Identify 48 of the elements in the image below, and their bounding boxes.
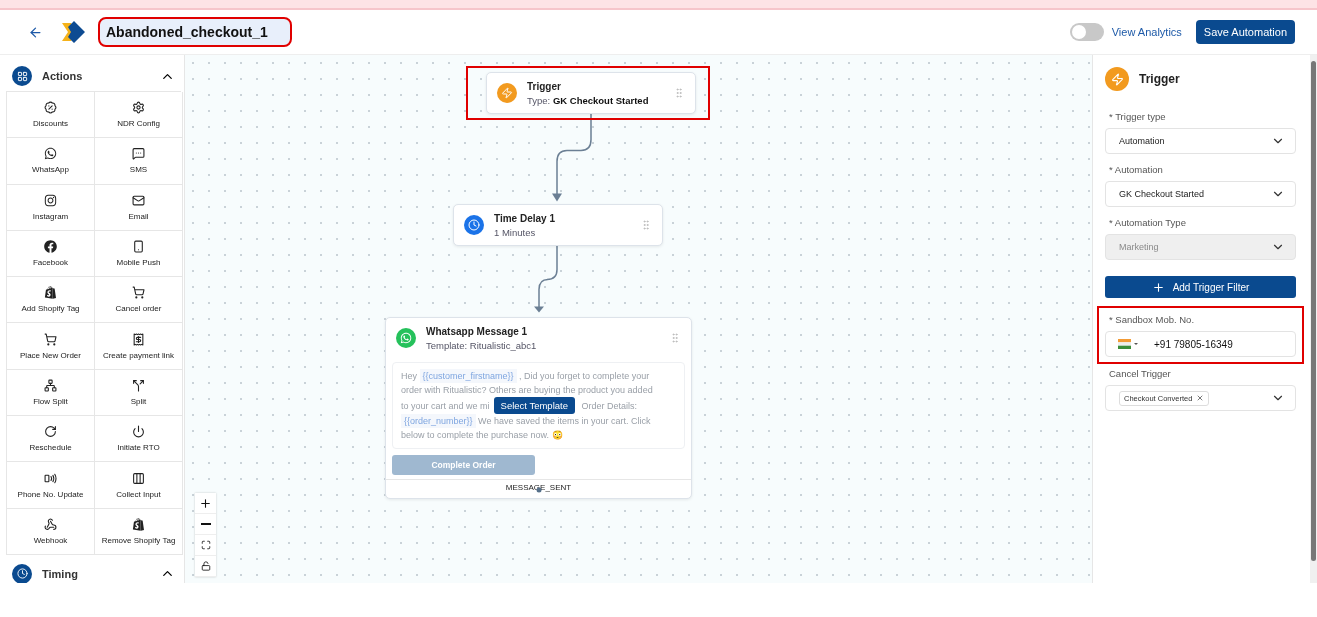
save-automation-button[interactable]: Save Automation (1195, 20, 1295, 44)
node-subtitle: Type: GK Checkout Started (527, 94, 650, 106)
flow-node[interactable]: Trigger Type: GK Checkout Started (486, 72, 696, 114)
node-title: Whatsapp Message 1 (426, 325, 529, 337)
node-subtitle: 1 Minutes (494, 226, 537, 238)
action-tile[interactable]: Cancel order (95, 277, 183, 324)
field-label: * Trigger type (1108, 111, 1167, 122)
section-header[interactable]: Actions (6, 61, 181, 91)
field-label: * Automation Type (1108, 217, 1187, 228)
action-tile[interactable]: Initiate RTO (95, 416, 183, 463)
field-label: * Sandbox Mob. No. (1108, 314, 1196, 325)
action-tile[interactable]: Mobile Push (95, 230, 183, 278)
node-title: Trigger (527, 80, 562, 92)
action-tile[interactable]: NDR Config (95, 92, 183, 139)
flow-node[interactable]: Time Delay 1 1 Minutes (453, 204, 663, 246)
action-tile[interactable]: Instagram (7, 184, 95, 231)
phone-field[interactable]: +91 79805-16349 (1105, 331, 1296, 357)
section-header[interactable]: Timing (6, 558, 181, 583)
add-trigger-filter-button[interactable]: Add Trigger Filter (1105, 276, 1296, 298)
action-tile[interactable]: Split (95, 369, 183, 417)
section-title: Timing (42, 567, 79, 580)
field-label: Cancel Trigger (1108, 368, 1172, 379)
action-tile[interactable]: Create payment link (95, 323, 183, 370)
action-tile[interactable]: Email (95, 184, 183, 231)
automation-name-field[interactable]: Abandoned_checkout_1 (100, 19, 290, 45)
node-subtitle: Template: Ritualistic_abc1 (426, 339, 538, 351)
action-tile[interactable]: Add Shopify Tag (7, 277, 95, 324)
action-tile[interactable]: Place New Order (7, 323, 95, 370)
select-field[interactable]: GK Checkout Started (1105, 181, 1296, 207)
action-tile[interactable]: Phone No. Update (7, 462, 95, 509)
action-tile[interactable]: Flow Split (7, 369, 95, 417)
action-tile[interactable]: SMS (95, 138, 183, 185)
node-output-label: MESSAGE_SENT (386, 479, 691, 498)
node-title: Time Delay 1 (494, 212, 556, 224)
panel-title: Trigger (1139, 72, 1180, 86)
action-tile[interactable]: Remove Shopify Tag (95, 508, 183, 555)
action-tile[interactable]: Webhook (7, 508, 95, 555)
select-field[interactable]: Automation (1105, 128, 1296, 154)
action-tile[interactable]: Collect Input (95, 462, 183, 509)
action-tile[interactable]: Discounts (7, 92, 95, 139)
field-label: * Automation (1108, 164, 1164, 175)
action-tile[interactable]: Facebook (7, 230, 95, 278)
action-tile[interactable]: WhatsApp (7, 138, 95, 185)
message-preview: Hey {{customer_firstname}} , Did you forget to complete your order with Ritualistic? Others are buying the product you added to your cart and we mi Select Template Order Details: {{order_number}} We have saved the items in your cart. Click below to complete the purchase now. 😳 (392, 362, 685, 449)
select-template-button[interactable]: Select Template (493, 397, 575, 414)
action-tile[interactable]: Reschedule (7, 416, 95, 463)
view-analytics-link[interactable]: View Analytics (1111, 26, 1182, 38)
section-title: Actions (42, 70, 84, 82)
